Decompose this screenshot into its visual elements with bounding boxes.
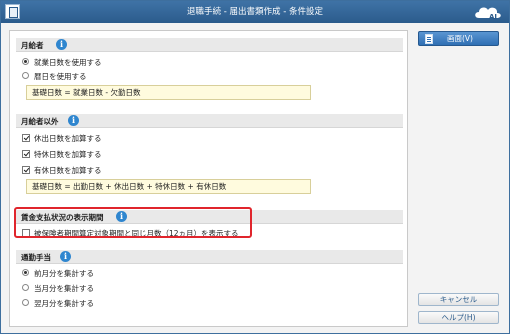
- radio-button[interactable]: [22, 72, 29, 79]
- section-non-monthly-title: 月給者以外: [21, 117, 59, 126]
- formula-non-monthly: 基礎日数 = 出勤日数 + 休出日数 + 特休日数 + 有休日数: [26, 179, 311, 194]
- settings-panel: 月給者 i 就業日数を使用する 暦日を使用する 基礎日数 = 就業日数 - 欠勤…: [9, 30, 408, 327]
- checkbox-checked[interactable]: [22, 134, 30, 142]
- radio-label: 当月分を集計する: [34, 284, 94, 293]
- info-icon[interactable]: i: [60, 251, 71, 262]
- radio-label: 就業日数を使用する: [34, 58, 102, 67]
- cloud-ai-icon: AI: [475, 7, 501, 21]
- red-highlight-frame: [14, 207, 252, 238]
- checkbox-label: 有休日数を加算する: [34, 166, 102, 175]
- section-monthly-title: 月給者: [21, 41, 44, 50]
- section-non-monthly-header: 月給者以外 i: [16, 114, 403, 128]
- formula-monthly: 基礎日数 = 就業日数 - 欠勤日数: [26, 85, 311, 100]
- radio-label: 前月分を集計する: [34, 269, 94, 278]
- checkbox-label: 特休日数を加算する: [34, 150, 102, 159]
- window-title: 退職手続 - 届出書類作成 - 条件設定: [187, 7, 323, 17]
- info-icon[interactable]: i: [56, 39, 67, 50]
- checkbox-checked[interactable]: [22, 150, 30, 158]
- preview-button-label: 画面(V): [447, 34, 473, 43]
- title-bar[interactable]: 退職手続 - 届出書類作成 - 条件設定 AI: [1, 1, 509, 23]
- radio-button-selected[interactable]: [22, 58, 29, 65]
- section-monthly-header: 月給者 i: [16, 38, 403, 52]
- document-icon: [425, 34, 433, 44]
- radio-label: 暦日を使用する: [34, 72, 87, 81]
- checkbox-label: 休出日数を加算する: [34, 134, 102, 143]
- radio-button-selected[interactable]: [22, 269, 29, 276]
- section-commute-title: 通勤手当: [21, 253, 51, 262]
- checkbox-checked[interactable]: [22, 166, 30, 174]
- cancel-button[interactable]: キャンセル: [418, 293, 499, 306]
- preview-button[interactable]: 画面(V): [418, 31, 499, 46]
- brand-label: AI: [489, 13, 497, 21]
- help-button[interactable]: ヘルプ(H): [418, 311, 499, 324]
- radio-button[interactable]: [22, 284, 29, 291]
- section-commute-header: 通勤手当 i: [16, 250, 403, 264]
- radio-label: 翌月分を集計する: [34, 299, 94, 308]
- info-icon[interactable]: i: [68, 115, 79, 126]
- radio-button[interactable]: [22, 299, 29, 306]
- dialog-window: 退職手続 - 届出書類作成 - 条件設定 AI 月給者 i 就業日数を使用する …: [0, 0, 510, 334]
